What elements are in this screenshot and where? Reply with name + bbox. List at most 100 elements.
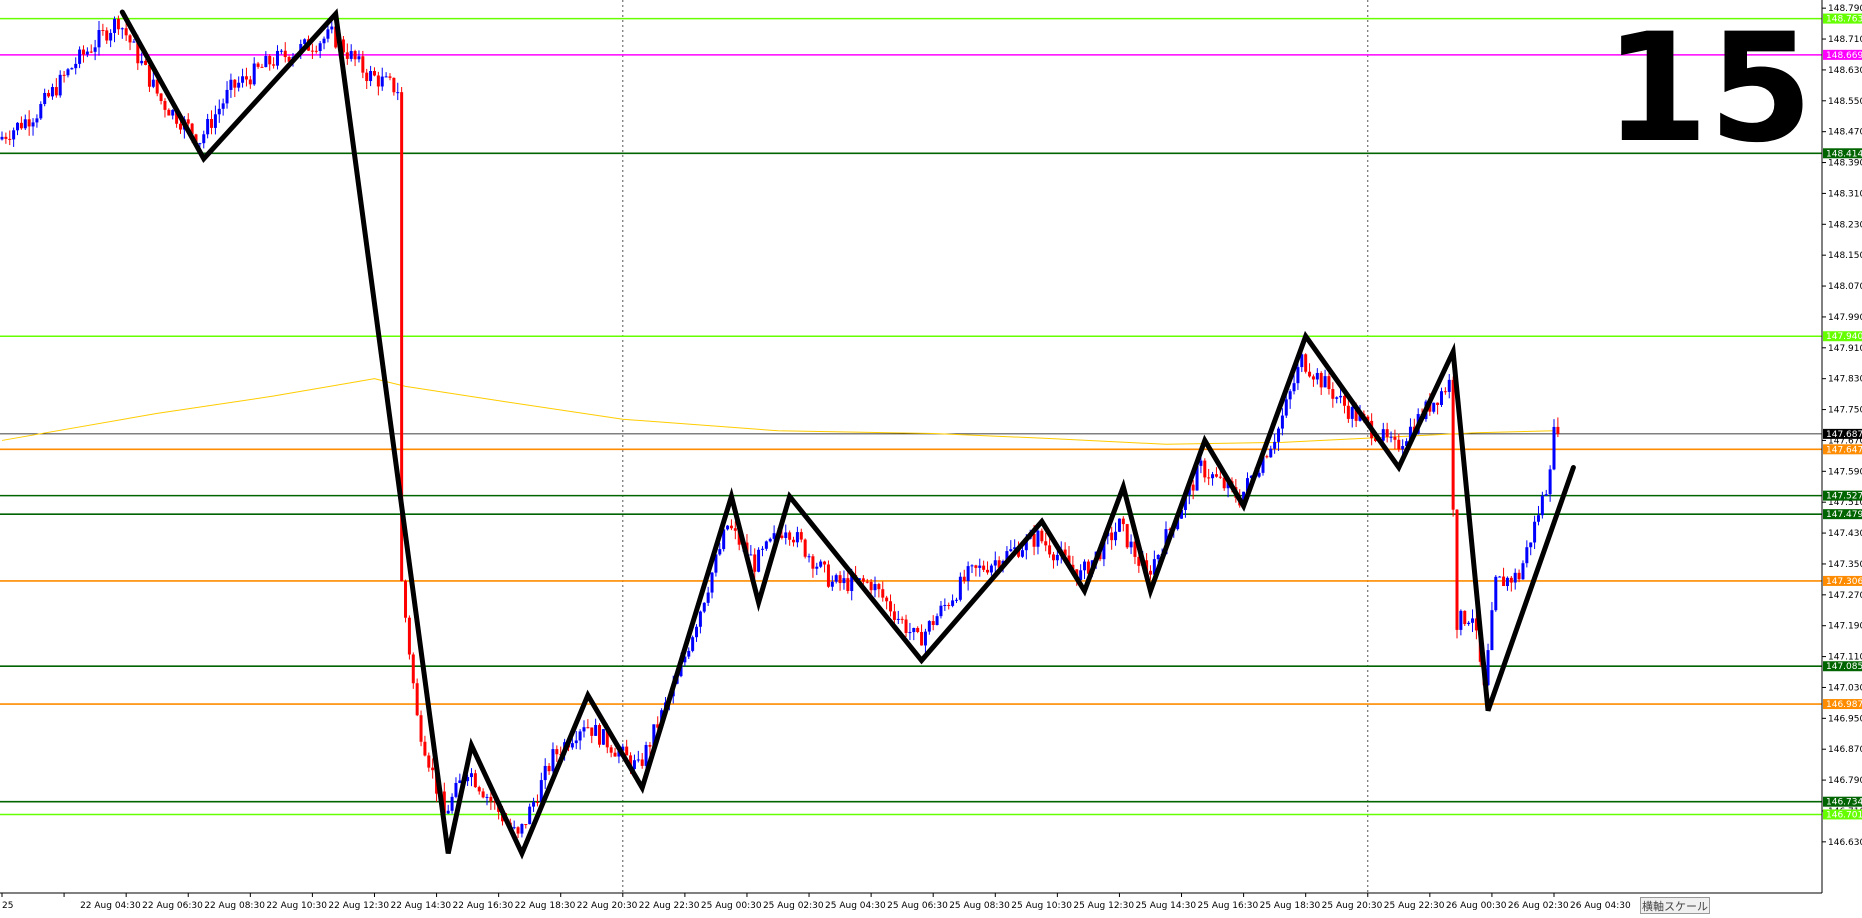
candle-body	[1327, 376, 1331, 390]
candle-body	[760, 548, 764, 550]
candle-body	[935, 616, 939, 626]
candle-body	[873, 584, 877, 591]
candle-body	[512, 827, 516, 829]
candle-body	[757, 549, 761, 572]
candle-body	[1203, 460, 1207, 478]
candle-body	[916, 627, 920, 632]
candle-body	[1346, 405, 1350, 419]
candle-body	[159, 93, 163, 102]
price-tick-label: 148.310	[1828, 189, 1862, 199]
level-tag-label: 147.940	[1826, 332, 1862, 342]
candle-body	[446, 810, 450, 814]
candle-body	[241, 76, 245, 83]
candle-body	[644, 745, 648, 766]
candle-body	[58, 74, 62, 96]
candle-body	[830, 581, 834, 587]
candle-body	[1110, 532, 1114, 541]
candle-body	[1284, 399, 1288, 416]
time-tick-label: 25 Aug 00:30	[701, 901, 762, 911]
candle-body	[574, 740, 578, 744]
time-tick-label: 26 Aug 00:30	[1446, 901, 1507, 911]
candle-body	[229, 79, 233, 90]
candle-body	[237, 82, 241, 88]
candle-body	[275, 50, 279, 66]
candle-body	[869, 581, 873, 591]
time-tick-label: 25 Aug 06:30	[887, 901, 948, 911]
current-price-tag-label: 147.687	[1826, 430, 1862, 440]
candle-body	[310, 50, 314, 52]
level-tag-label: 146.734	[1826, 798, 1862, 808]
candle-body	[120, 28, 124, 30]
candle-body	[1490, 610, 1494, 651]
time-tick-label: 22 Aug 04:30	[80, 901, 141, 911]
candle-body	[151, 79, 155, 87]
candle-body	[648, 745, 652, 747]
time-tick-label: 25 Aug 10:30	[1011, 901, 1072, 911]
candle-body	[283, 50, 287, 58]
level-tag-label: 147.306	[1826, 577, 1862, 587]
candle-body	[1048, 545, 1052, 555]
candle-body	[105, 30, 109, 41]
candle-body	[1494, 576, 1498, 611]
time-tick-label: 25 Aug 20:30	[1322, 901, 1383, 911]
candle-body	[1552, 426, 1556, 470]
candle-body	[1447, 379, 1451, 392]
candle-body	[16, 122, 20, 131]
candle-body	[365, 72, 369, 82]
candle-body	[78, 49, 82, 64]
level-tag-label: 147.647	[1826, 445, 1862, 455]
candle-body	[50, 87, 54, 97]
time-tick-label: 25 Aug 04:30	[825, 901, 886, 911]
candle-body	[815, 566, 819, 569]
candle-body	[74, 63, 78, 69]
candle-body	[89, 51, 93, 53]
candle-body	[892, 611, 896, 620]
candle-body	[1455, 509, 1459, 630]
candle-body	[202, 134, 206, 144]
candle-body	[885, 597, 889, 602]
candle-body	[1214, 474, 1218, 477]
candle-body	[376, 75, 380, 87]
candle-body	[1273, 441, 1277, 449]
price-tick-label: 148.790	[1828, 4, 1862, 14]
price-chart[interactable]: 148.790 148.710 148.630 148.550 148.470 148.3…	[0, 0, 1862, 918]
candle-body	[23, 119, 27, 129]
candle-body	[788, 532, 792, 540]
candle-body	[687, 650, 691, 657]
candle-body	[1036, 530, 1040, 547]
candle-body	[1393, 436, 1397, 440]
candle-body	[951, 600, 955, 606]
candle-body	[598, 725, 602, 745]
price-tick-label: 147.590	[1828, 467, 1862, 477]
candle-body	[1498, 576, 1502, 578]
horizontal-scale-button[interactable]: 横軸スケール	[1640, 897, 1710, 914]
time-tick-label: 22 Aug 12:30	[328, 901, 389, 911]
candle-body	[469, 773, 473, 778]
candle-body	[792, 539, 796, 543]
candle-body	[1331, 389, 1335, 399]
candle-body	[450, 796, 454, 811]
candle-body	[248, 79, 252, 85]
candle-body	[698, 611, 702, 627]
candle-body	[481, 791, 485, 798]
candle-body	[1517, 572, 1521, 580]
candle-body	[1044, 541, 1048, 546]
candle-body	[764, 541, 768, 549]
candle-body	[97, 29, 101, 48]
candle-body	[357, 56, 361, 60]
candle-body	[1521, 563, 1525, 580]
candle-body	[101, 29, 105, 31]
time-tick-label: 25 Aug 08:30	[949, 901, 1010, 911]
price-tick-label: 147.270	[1828, 591, 1862, 601]
candle-body	[811, 556, 815, 569]
candle-body	[1315, 372, 1319, 380]
candle-body	[1311, 376, 1315, 380]
candle-body	[388, 76, 392, 78]
candle-body	[198, 143, 202, 145]
candle-body	[516, 827, 520, 834]
candle-body	[1401, 446, 1405, 450]
candle-body	[1218, 476, 1222, 478]
candle-body	[889, 601, 893, 612]
candle-body	[1051, 554, 1055, 561]
price-tick-label: 148.550	[1828, 97, 1862, 107]
